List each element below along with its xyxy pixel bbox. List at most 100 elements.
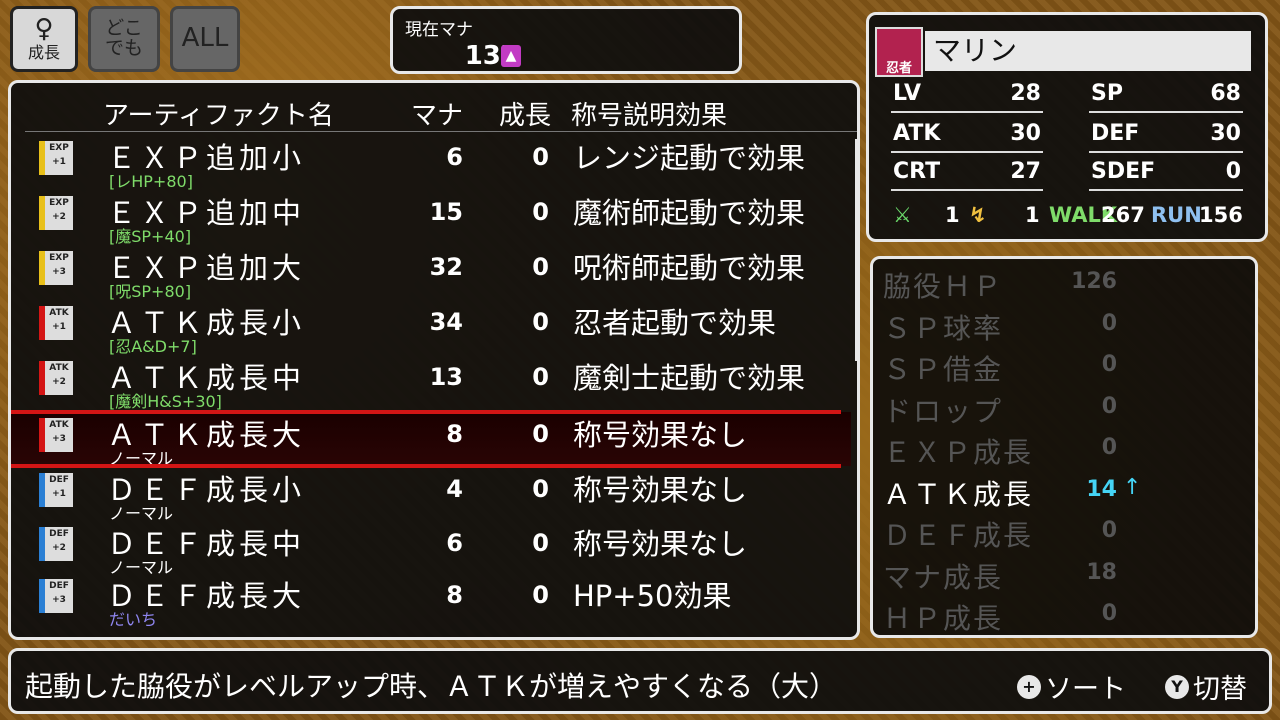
boot-icon: ↯ [969,203,987,227]
stat-divider [891,189,1043,191]
header-title-effect: 称号説明効果 [571,101,728,131]
mana-icon: ▲ [501,45,521,67]
stat-value: 30 [1010,121,1041,146]
sort-button[interactable]: + ソート [1017,667,1126,706]
artifact-row[interactable]: ATK +2 ＡＴＫ成長中 [魔剣H&S+30] 13 0 魔剣士起動で効果 [11,355,851,411]
stat-value: 0 [1225,159,1241,184]
class-badge: 忍者 [875,27,923,77]
effect-value: 0 [1101,352,1117,377]
walk-value: 267 [1101,203,1145,227]
stat-atk: ATK 30 [893,121,1041,146]
effect-label: マナ成長 [883,561,1004,594]
artifact-row[interactable]: DEF +2 ＤＥＦ成長中 ノーマル 6 0 称号効果なし [11,521,851,577]
effect-label: ドロップ [883,395,1004,428]
artifact-mana: 6 [446,143,463,171]
artifact-title: [魔剣H&S+30] [109,392,222,411]
stat-value: 27 [1010,159,1041,184]
character-name: マリン [925,31,1251,71]
effect-row: ＨＰ成長 0 [883,597,1243,637]
effect-value: 0 [1101,601,1117,626]
artifact-growth: 0 [532,363,549,391]
effect-label: ＳＰ借金 [883,353,1004,386]
effect-value: 18 [1086,560,1117,585]
effect-row: ＳＰ球率 0 [883,307,1243,347]
artifact-row[interactable]: EXP +1 ＥＸＰ追加小 [レHP+80] 6 0 レンジ起動で効果 [11,135,851,191]
effect-value: 0 [1101,435,1117,460]
stat-sp: SP 68 [1091,81,1241,106]
stat-label: SP [1091,81,1123,106]
def-artifact-icon: DEF +3 [39,579,73,613]
artifact-growth: 0 [532,581,549,609]
stat-crt: CRT 27 [893,159,1041,184]
switch-label: 切替 [1193,674,1247,705]
all-filter-button[interactable]: ALL [170,6,240,72]
atk-artifact-icon: ATK +1 [39,306,73,340]
artifact-row[interactable]: DEF +1 ＤＥＦ成長小 ノーマル 4 0 称号効果なし [11,467,851,523]
weapon-icon: ⚔ [893,203,912,227]
y-button-icon: Y [1165,674,1189,699]
stat-label: SDEF [1091,159,1156,184]
effect-row: マナ成長 18 [883,556,1243,596]
header-artifact-name: アーティファクト名 [103,101,334,131]
artifact-title: [呪SP+80] [109,282,192,301]
artifact-row[interactable]: EXP +2 ＥＸＰ追加中 [魔SP+40] 15 0 魔術師起動で効果 [11,190,851,246]
artifact-growth: 0 [532,198,549,226]
stat-label: LV [893,81,922,106]
artifact-title: だいち [109,610,158,629]
switch-button[interactable]: Y 切替 [1165,667,1247,706]
artifact-row[interactable]: EXP +3 ＥＸＰ追加大 [呪SP+80] 32 0 呪術師起動で効果 [11,245,851,301]
run-value: 156 [1199,203,1243,227]
effect-value: 0 [1101,311,1117,336]
artifact-mana: 8 [446,581,463,609]
def-artifact-icon: DEF +2 [39,527,73,561]
exp-artifact-icon: EXP +3 [39,251,73,285]
artifact-mana: 13 [429,363,463,391]
anywhere-label: どこでも [104,17,143,59]
effect-label: 脇役ＨＰ [883,270,1004,303]
def-artifact-icon: DEF +1 [39,473,73,507]
growth-mode-label: 成長 [27,43,60,63]
stat-divider [891,151,1043,153]
effect-label: ＡＴＫ成長 [883,478,1034,511]
scrollbar[interactable] [855,139,858,361]
effect-row: ＤＥＦ成長 0 [883,514,1243,554]
artifact-title: [忍A&D+7] [109,337,197,356]
growth-icon: ♀ [34,13,54,44]
artifact-row[interactable]: DEF +3 ＤＥＦ成長大 だいち 8 0 HP+50効果 [11,573,851,629]
artifact-row-selected[interactable]: ATK +3 ＡＴＫ成長大 ノーマル 8 0 称号効果なし [11,410,851,468]
stat-divider [1089,151,1243,153]
artifact-title: [魔SP+40] [109,227,192,246]
artifact-title: ノーマル [109,449,174,468]
artifact-desc: HP+50効果 [573,579,732,613]
artifact-mana: 15 [429,198,463,226]
stat-value: 30 [1210,121,1241,146]
stat-divider [891,111,1043,113]
description-footer: 起動した脇役がレベルアップ時、ＡＴＫが増えやすくなる（大） + ソート Y 切替 [8,648,1272,714]
stat-label: CRT [893,159,941,184]
artifact-mana: 8 [446,420,463,448]
growth-mode-button[interactable]: ♀ 成長 [10,6,78,72]
run-label: RUN [1151,203,1202,227]
artifact-mana: 4 [446,475,463,503]
anywhere-filter-button[interactable]: どこでも [88,6,160,72]
artifact-desc: レンジ起動で効果 [573,141,806,175]
stat-label: ATK [893,121,941,146]
character-header: 忍者 マリン [869,21,1265,77]
weapon-value: 1 [945,203,960,227]
stat-lv: LV 28 [893,81,1041,106]
artifact-row[interactable]: ATK +1 ＡＴＫ成長小 [忍A&D+7] 34 0 忍者起動で効果 [11,300,851,356]
header-growth: 成長 [499,101,552,131]
artifact-mana: 34 [429,308,463,336]
stat-value: 68 [1210,81,1241,106]
growth-effects-panel: 脇役ＨＰ 126 ＳＰ球率 0 ＳＰ借金 0 ドロップ 0 ＥＸＰ成長 0 ＡＴ… [870,256,1258,638]
all-label: ALL [181,23,229,54]
atk-artifact-icon: ATK +3 [39,418,73,452]
boot-value: 1 [1025,203,1040,227]
plus-button-icon: + [1017,674,1041,699]
artifact-desc: 忍者起動で効果 [573,306,777,340]
artifact-title: [レHP+80] [109,172,193,191]
effect-label: ＤＥＦ成長 [883,519,1034,552]
effect-value: 126 [1071,269,1117,294]
effect-row-highlighted: ＡＴＫ成長 14 ↑ [883,473,1243,513]
header-divider [25,131,857,132]
